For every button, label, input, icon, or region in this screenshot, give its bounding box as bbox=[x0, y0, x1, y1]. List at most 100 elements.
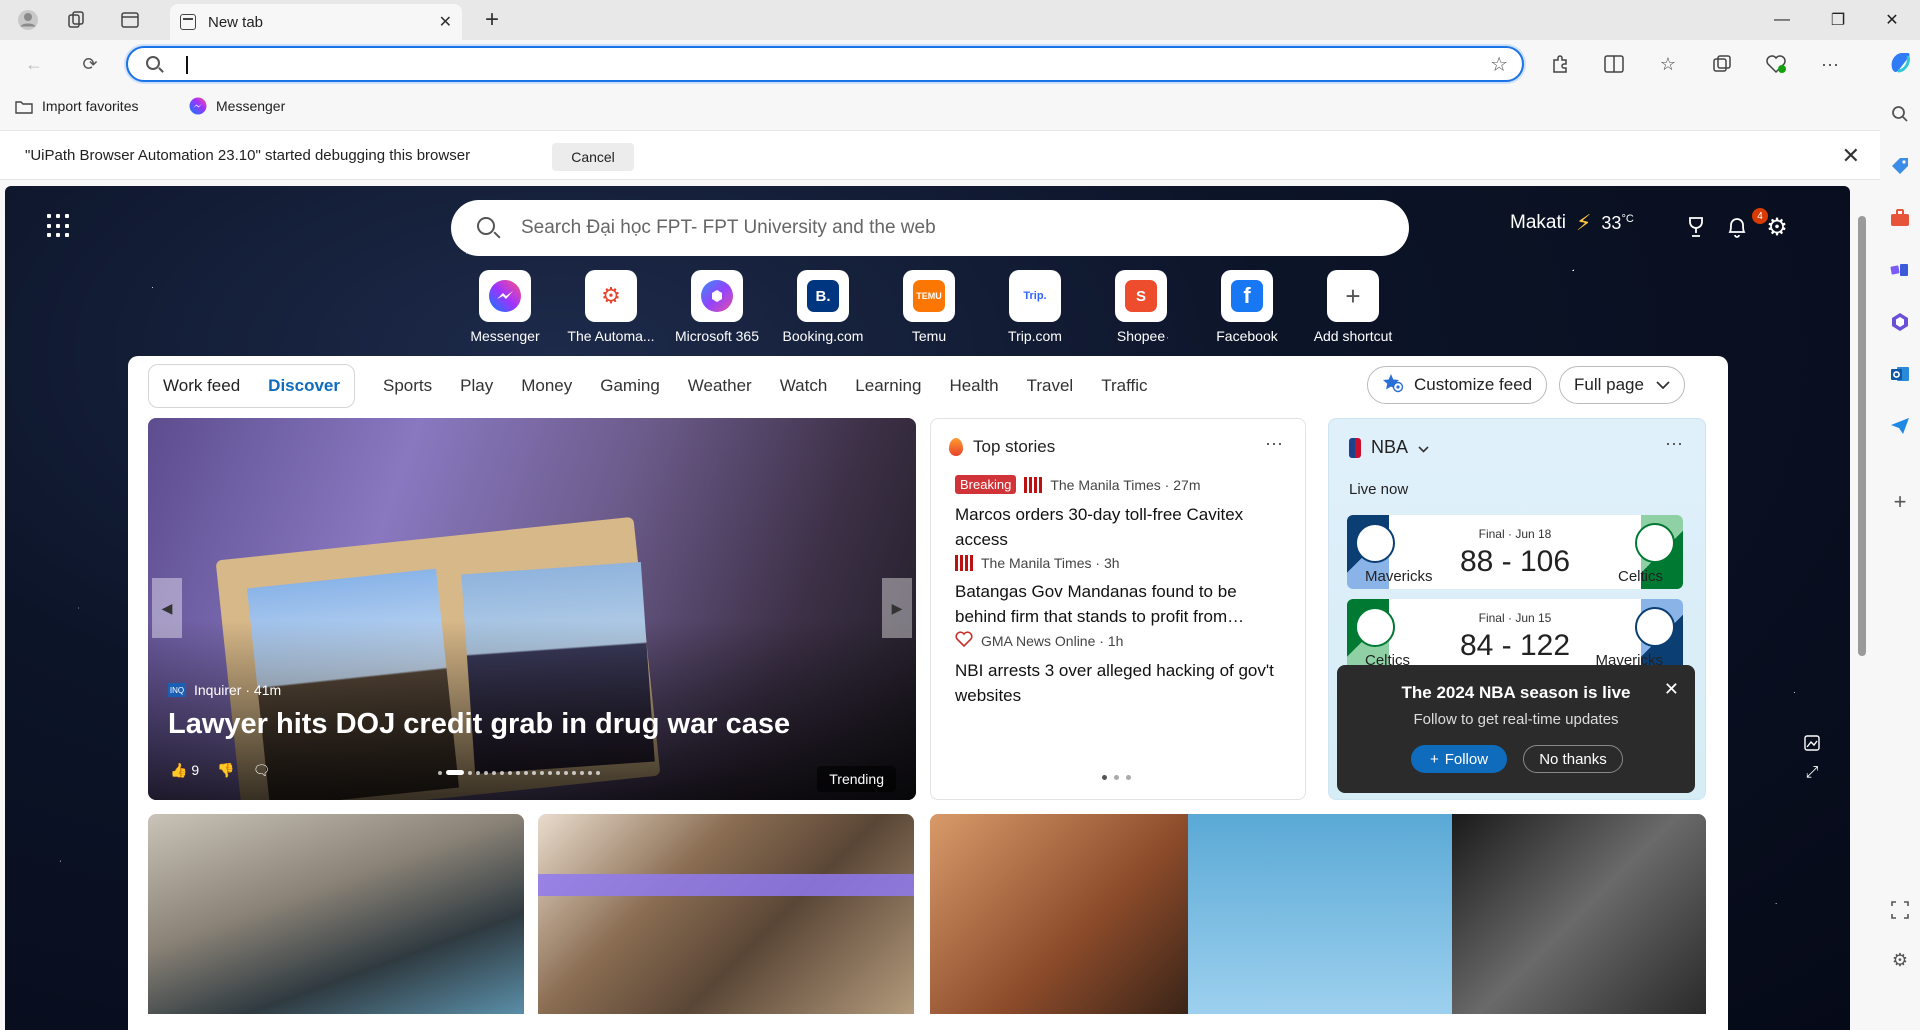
vertical-tabs-icon[interactable] bbox=[116, 6, 144, 34]
sidebar-settings-icon[interactable]: ⚙ bbox=[1888, 948, 1912, 972]
tab-money[interactable]: Money bbox=[521, 376, 572, 396]
infobar-close-icon[interactable]: ✕ bbox=[1842, 143, 1860, 169]
collections-icon[interactable] bbox=[1708, 50, 1736, 78]
nba-header[interactable]: NBA bbox=[1349, 437, 1429, 458]
close-popup-icon[interactable]: ✕ bbox=[1664, 679, 1679, 700]
layout-dropdown[interactable]: Full page bbox=[1559, 366, 1685, 404]
maximize-button[interactable]: ❐ bbox=[1810, 0, 1866, 40]
games-icon[interactable] bbox=[1888, 258, 1912, 282]
tools-icon[interactable] bbox=[1888, 206, 1912, 230]
minimize-button[interactable]: — bbox=[1754, 0, 1810, 40]
story-item[interactable]: GMA News Online · 1h NBI arrests 3 over … bbox=[955, 631, 1291, 708]
breaking-badge: Breaking bbox=[955, 475, 1017, 494]
rewards-icon[interactable] bbox=[1681, 212, 1711, 242]
customize-feed-button[interactable]: Customize feed bbox=[1367, 366, 1548, 404]
search-icon[interactable] bbox=[1888, 102, 1912, 126]
new-tab-button[interactable]: + bbox=[478, 6, 506, 34]
tab-traffic[interactable]: Traffic bbox=[1101, 376, 1147, 396]
browser-essentials-icon[interactable] bbox=[1762, 50, 1790, 78]
comments-off-icon[interactable]: 🗨 bbox=[253, 762, 271, 779]
infobar-cancel-button[interactable]: Cancel bbox=[552, 143, 634, 171]
shortcut-microsoft-365[interactable]: Microsoft 365 bbox=[665, 270, 769, 344]
expand-icon[interactable]: ⤢ bbox=[1799, 760, 1825, 786]
favorites-icon[interactable]: ☆ bbox=[1654, 50, 1682, 78]
image-info-icon[interactable] bbox=[1799, 730, 1825, 756]
game-score-row[interactable]: Celtics Mavericks Final · Jun 15 84 - 12… bbox=[1347, 599, 1683, 673]
tab-health[interactable]: Health bbox=[949, 376, 998, 396]
tab-learning[interactable]: Learning bbox=[855, 376, 921, 396]
shortcut-trip[interactable]: Trip. Trip.com bbox=[983, 270, 1087, 344]
close-window-button[interactable]: ✕ bbox=[1864, 0, 1920, 40]
shortcut-shopee[interactable]: S Shopee bbox=[1089, 270, 1193, 344]
video-card-image[interactable] bbox=[930, 814, 1706, 1014]
add-shortcut-button[interactable]: + Add shortcut bbox=[1301, 270, 1405, 344]
microsoft365-icon[interactable] bbox=[1888, 310, 1912, 334]
tab-gaming[interactable]: Gaming bbox=[600, 376, 660, 396]
close-tab-icon[interactable]: ✕ bbox=[439, 12, 452, 32]
feed-navigation: Work feed Discover Sports Play Money Gam… bbox=[148, 364, 1176, 408]
tab-weather[interactable]: Weather bbox=[688, 376, 752, 396]
notifications-bell-icon[interactable] bbox=[1722, 212, 1752, 242]
game-score: 84 - 122 bbox=[1459, 629, 1571, 662]
messenger-favorite-link[interactable]: Messenger bbox=[188, 96, 285, 116]
search-icon bbox=[477, 217, 495, 235]
favorite-star-icon[interactable]: ☆ bbox=[1490, 52, 1508, 77]
game-score-row[interactable]: Mavericks Celtics Final · Jun 18 88 - 10… bbox=[1347, 515, 1683, 589]
more-options-icon[interactable]: ··· bbox=[1265, 433, 1283, 454]
tab-sports[interactable]: Sports bbox=[383, 376, 432, 396]
like-button[interactable]: 👍 9 bbox=[170, 762, 199, 779]
shortcut-label: Trip.com bbox=[1008, 328, 1062, 344]
tab-work-feed[interactable]: Work feed bbox=[163, 376, 240, 396]
workspaces-icon[interactable] bbox=[62, 6, 90, 34]
story-source: The Manila Times · 27m bbox=[1050, 476, 1201, 493]
ntp-search-box[interactable]: Search Đại học FPT- FPT University and t… bbox=[451, 200, 1409, 256]
refresh-icon[interactable]: ⟳ bbox=[76, 50, 104, 78]
tab-watch[interactable]: Watch bbox=[780, 376, 828, 396]
plus-icon: + bbox=[1429, 750, 1439, 768]
outlook-icon[interactable] bbox=[1888, 362, 1912, 386]
debugging-infobar: "UiPath Browser Automation 23.10" starte… bbox=[0, 130, 1880, 180]
scrollbar-thumb[interactable] bbox=[1858, 216, 1866, 656]
story-item[interactable]: Breaking The Manila Times · 27m Marcos o… bbox=[955, 475, 1291, 552]
carousel-indicator bbox=[438, 770, 600, 775]
weather-widget[interactable]: Makati ⚡ 33°C bbox=[1510, 210, 1634, 236]
hero-story-card[interactable]: ◀ ▶ INQ Inquirer · 41m Lawyer hits DOJ c… bbox=[148, 418, 916, 800]
news-card-image[interactable] bbox=[148, 814, 524, 1014]
add-sidebar-app-icon[interactable]: + bbox=[1888, 489, 1912, 514]
shortcut-temu[interactable]: TEMU Temu bbox=[877, 270, 981, 344]
extensions-icon[interactable] bbox=[1546, 50, 1574, 78]
import-favorites-link[interactable]: Import favorites bbox=[14, 96, 138, 116]
news-card-image[interactable] bbox=[538, 814, 914, 1014]
screenshot-icon[interactable] bbox=[1888, 898, 1912, 922]
story-item[interactable]: The Manila Times · 3h Batangas Gov Manda… bbox=[955, 555, 1291, 629]
no-thanks-button[interactable]: No thanks bbox=[1523, 745, 1623, 773]
carousel-prev-button[interactable]: ◀ bbox=[152, 578, 182, 638]
shortcut-label: The Automa... bbox=[567, 328, 655, 344]
dislike-icon[interactable]: 👎 bbox=[217, 762, 234, 779]
tab-new-tab[interactable]: New tab ✕ bbox=[170, 4, 462, 40]
back-icon[interactable]: ← bbox=[20, 50, 48, 78]
carousel-next-button[interactable]: ▶ bbox=[882, 578, 912, 638]
tab-play[interactable]: Play bbox=[460, 376, 493, 396]
follow-button[interactable]: + Follow bbox=[1411, 745, 1507, 773]
send-icon[interactable] bbox=[1888, 414, 1912, 438]
tab-travel[interactable]: Travel bbox=[1027, 376, 1074, 396]
shortcut-messenger[interactable]: Messenger bbox=[453, 270, 557, 344]
layout-value: Full page bbox=[1574, 375, 1644, 394]
page-settings-icon[interactable]: ⚙ bbox=[1762, 212, 1792, 242]
more-options-icon[interactable]: ··· bbox=[1665, 433, 1683, 454]
hero-headline[interactable]: Lawyer hits DOJ credit grab in drug war … bbox=[168, 708, 790, 741]
stories-pager bbox=[1102, 775, 1131, 780]
shortcut-booking[interactable]: B. Booking.com bbox=[771, 270, 875, 344]
profile-icon[interactable] bbox=[14, 6, 42, 34]
shortcut-automation[interactable]: ⚙ The Automa... bbox=[559, 270, 663, 344]
app-launcher-icon[interactable] bbox=[47, 214, 71, 238]
page-scrollbar[interactable] bbox=[1855, 186, 1869, 1030]
shortcut-facebook[interactable]: f Facebook bbox=[1195, 270, 1299, 344]
address-bar[interactable]: ☆ bbox=[126, 46, 1524, 82]
split-screen-icon[interactable] bbox=[1600, 50, 1628, 78]
copilot-icon[interactable] bbox=[1888, 50, 1912, 74]
shopping-icon[interactable] bbox=[1888, 154, 1912, 178]
tab-discover[interactable]: Discover bbox=[268, 376, 340, 396]
more-menu-icon[interactable]: ··· bbox=[1816, 50, 1844, 78]
